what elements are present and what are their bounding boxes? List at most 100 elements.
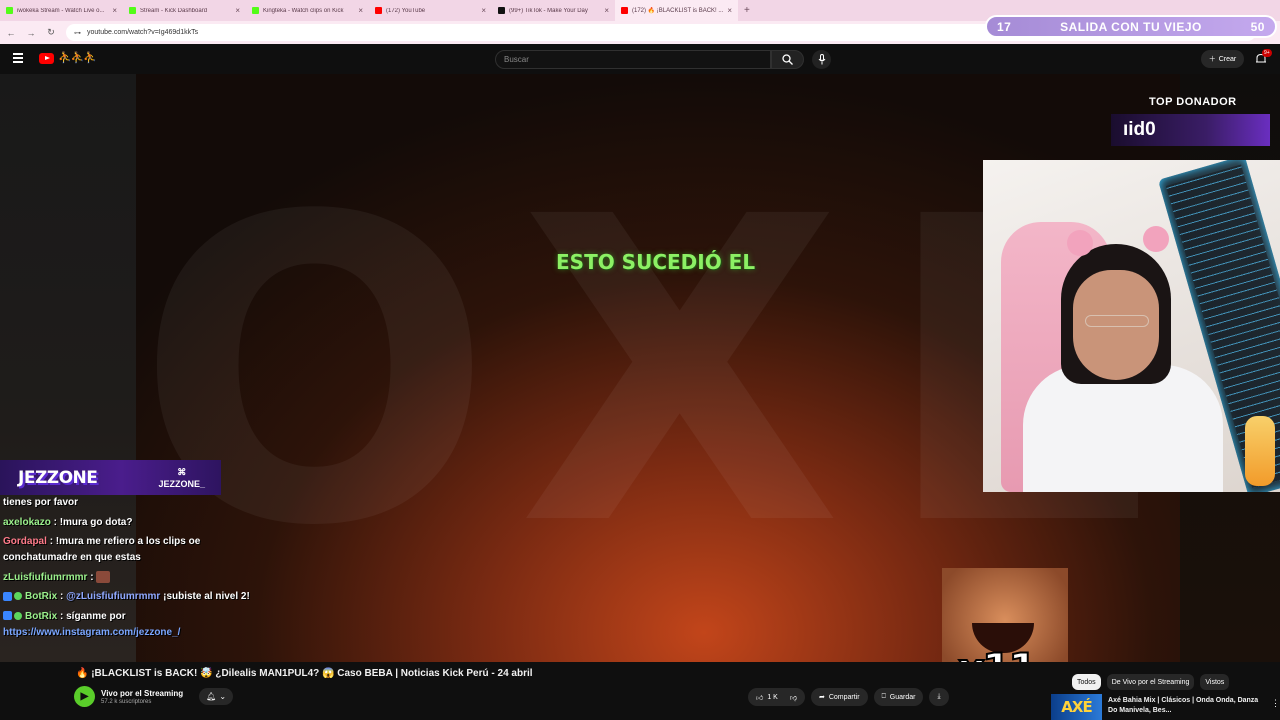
close-tab-icon[interactable]: × xyxy=(112,6,117,15)
site-info-icon[interactable]: ⊶ xyxy=(74,29,81,37)
like-button[interactable]: 👍︎ 1 K 👎︎ xyxy=(748,688,805,706)
search-button[interactable] xyxy=(771,50,804,69)
meme-multiplier: x11 xyxy=(957,643,1039,662)
meme-overlay: x11 xyxy=(942,568,1068,662)
chat-message: BotRix : @zLuisfiufiumrmmr ¡subiste al n… xyxy=(3,589,253,605)
chat-username[interactable]: Gordapal xyxy=(3,536,47,547)
close-tab-icon[interactable]: × xyxy=(358,6,363,15)
menu-icon[interactable] xyxy=(13,53,23,63)
kick-badge-icon xyxy=(3,591,12,601)
notifications-button[interactable]: 9+ xyxy=(1255,49,1272,66)
tab-title: Kingteka - Watch clips on Kick xyxy=(263,7,344,14)
stream-chat: tienes por favor axelokazo : !mura go dot… xyxy=(3,495,253,644)
streamer-glasses xyxy=(1085,315,1149,327)
toy-figure xyxy=(1245,416,1275,486)
chat-message: BotRix : síganme por https://www.instagra… xyxy=(3,609,253,641)
bookmark-icon: ⎕ xyxy=(881,693,886,700)
chat-message: zLuisfiufiumrmmr : xyxy=(3,570,253,586)
jezzone-handle-text: JEZZONE_ xyxy=(158,478,205,489)
chat-text: : !mura go dota? xyxy=(53,516,133,528)
create-label: Crear xyxy=(1218,55,1237,63)
chat-username[interactable]: BotRix xyxy=(25,591,57,602)
filter-chip[interactable]: De Vivo por el Streaming xyxy=(1106,674,1195,690)
save-label: Guardar xyxy=(889,693,916,701)
jezzone-logo: JEZZONE xyxy=(18,467,98,488)
plus-icon: ＋ xyxy=(1208,56,1216,63)
save-button[interactable]: ⎕ Guardar xyxy=(873,688,924,706)
new-tab-button[interactable]: + xyxy=(738,5,756,16)
thumbs-up-icon: 👍︎ xyxy=(756,694,764,702)
chat-username[interactable]: axelokazo xyxy=(3,517,51,528)
video-player[interactable]: OXE ESTO SUCEDIÓ EL TOP DONADOR ıid0 JEZ… xyxy=(0,74,1280,662)
chat-mention[interactable]: @zLuisfiufiumrmmr xyxy=(66,591,160,602)
chat-message: tienes por favor xyxy=(3,495,253,511)
jezzone-handle: ⌘ JEZZONE_ xyxy=(158,466,205,490)
twitch-icon: ⌘ xyxy=(177,466,187,477)
browser-tab[interactable]: Stream - Kick Dashboard × xyxy=(123,0,246,21)
forward-icon[interactable]: → xyxy=(26,28,36,38)
streamer-hoodie xyxy=(1023,365,1223,492)
close-tab-icon[interactable]: × xyxy=(727,6,732,15)
url-text: youtube.com/watch?v=Ig469d1kkTs xyxy=(87,29,199,36)
recommended-video[interactable]: AXÉ Axé Bahia Mix | Clásicos | Onda Onda… xyxy=(1051,694,1280,720)
youtube-logo-icon[interactable] xyxy=(39,53,54,64)
chat-username[interactable]: zLuisfiufiumrmmr xyxy=(3,572,87,583)
tab-favicon-icon xyxy=(498,7,505,14)
reload-icon[interactable]: ↻ xyxy=(46,27,56,38)
chevron-down-icon: ⌄ xyxy=(219,692,227,701)
close-tab-icon[interactable]: × xyxy=(235,6,240,15)
chat-username[interactable]: BotRix xyxy=(25,611,57,622)
filter-chip[interactable]: Todos xyxy=(1072,674,1101,690)
chat-emote-icon xyxy=(96,570,111,583)
tab-title: Stream - Kick Dashboard xyxy=(140,7,208,14)
song-right-number: 50 xyxy=(1250,19,1265,34)
chat-text: tienes por favor xyxy=(3,497,79,508)
search-input[interactable]: Buscar xyxy=(495,50,771,69)
browser-tab[interactable]: iwokeka Stream - Watch Live o... × xyxy=(0,0,123,21)
jezzone-banner: JEZZONE ⌘ JEZZONE_ xyxy=(0,460,221,495)
share-button[interactable]: ➦ Compartir xyxy=(810,688,868,706)
chat-link[interactable]: https://www.instagram.com/jezzone_/ xyxy=(3,627,180,638)
tab-title: iwokeka Stream - Watch Live o... xyxy=(17,7,105,14)
browser-tab[interactable]: Kingteka - Watch clips on Kick × xyxy=(246,0,369,21)
tab-favicon-icon xyxy=(252,7,259,14)
share-icon: ➦ xyxy=(818,694,825,701)
recommended-title[interactable]: Axé Bahia Mix | Clásicos | Onda Onda, Da… xyxy=(1108,694,1265,720)
close-tab-icon[interactable]: × xyxy=(604,6,609,15)
chat-text: ¡subiste al nivel 2! xyxy=(163,591,250,602)
youtube-doodle-icon[interactable]: ⛹⛹⛹ xyxy=(58,51,97,64)
like-count: 1 K xyxy=(767,693,778,701)
youtube-header: ⛹⛹⛹ Buscar ＋ Crear 9+ xyxy=(0,44,1280,74)
browser-tab[interactable]: (172) YouTube × xyxy=(369,0,492,21)
microphone-icon xyxy=(818,54,825,65)
dislike-icon[interactable]: 👎︎ xyxy=(790,693,797,702)
bell-icon: 🔔︎ xyxy=(206,692,217,701)
subscription-bell-button[interactable]: 🔔︎ ⌄ xyxy=(199,688,234,705)
tab-favicon-icon xyxy=(621,7,628,14)
search-icon xyxy=(782,54,793,65)
tab-favicon-icon xyxy=(6,7,13,14)
channel-avatar[interactable]: ▶ xyxy=(74,686,95,707)
related-filter-chips: Todos De Vivo por el Streaming Vistos xyxy=(1072,674,1230,690)
chat-message: Gordapal : !mura me refiero a los clips … xyxy=(3,534,253,566)
channel-name[interactable]: Vivo por el Streaming xyxy=(101,689,183,699)
channel-text: Vivo por el Streaming 57.2 k suscriptore… xyxy=(101,689,183,705)
download-button[interactable]: ⤓ xyxy=(929,688,949,706)
top-donor-title: TOP DONADOR xyxy=(1149,96,1237,108)
more-options-icon[interactable]: ⋮ xyxy=(1271,694,1280,720)
chat-message: axelokazo : !mura go dota? xyxy=(3,515,253,531)
voice-search-button[interactable] xyxy=(812,50,831,69)
tab-favicon-icon xyxy=(375,7,382,14)
back-icon[interactable]: ← xyxy=(6,28,16,38)
close-tab-icon[interactable]: × xyxy=(481,6,486,15)
create-button[interactable]: ＋ Crear xyxy=(1201,50,1244,68)
browser-tab[interactable]: (172) 🔥 ¡BLACKLIST is BACK! ... × xyxy=(615,0,738,21)
filter-chip[interactable]: Vistos xyxy=(1200,674,1230,690)
video-actions: 👍︎ 1 K 👎︎ ➦ Compartir ⎕ Guardar ⤓ xyxy=(748,688,949,706)
verified-badge-icon xyxy=(14,611,22,620)
channel-subscribers: 57.2 k suscriptores xyxy=(101,698,152,705)
recommended-thumbnail[interactable]: AXÉ xyxy=(1051,694,1103,720)
song-left-number: 17 xyxy=(997,19,1012,34)
video-title: 🔥 ¡BLACKLIST is BACK! 🤯 ¿Dilealis MAN1PU… xyxy=(76,668,533,679)
browser-tab[interactable]: (99+) TikTok - Make Your Day × xyxy=(492,0,615,21)
